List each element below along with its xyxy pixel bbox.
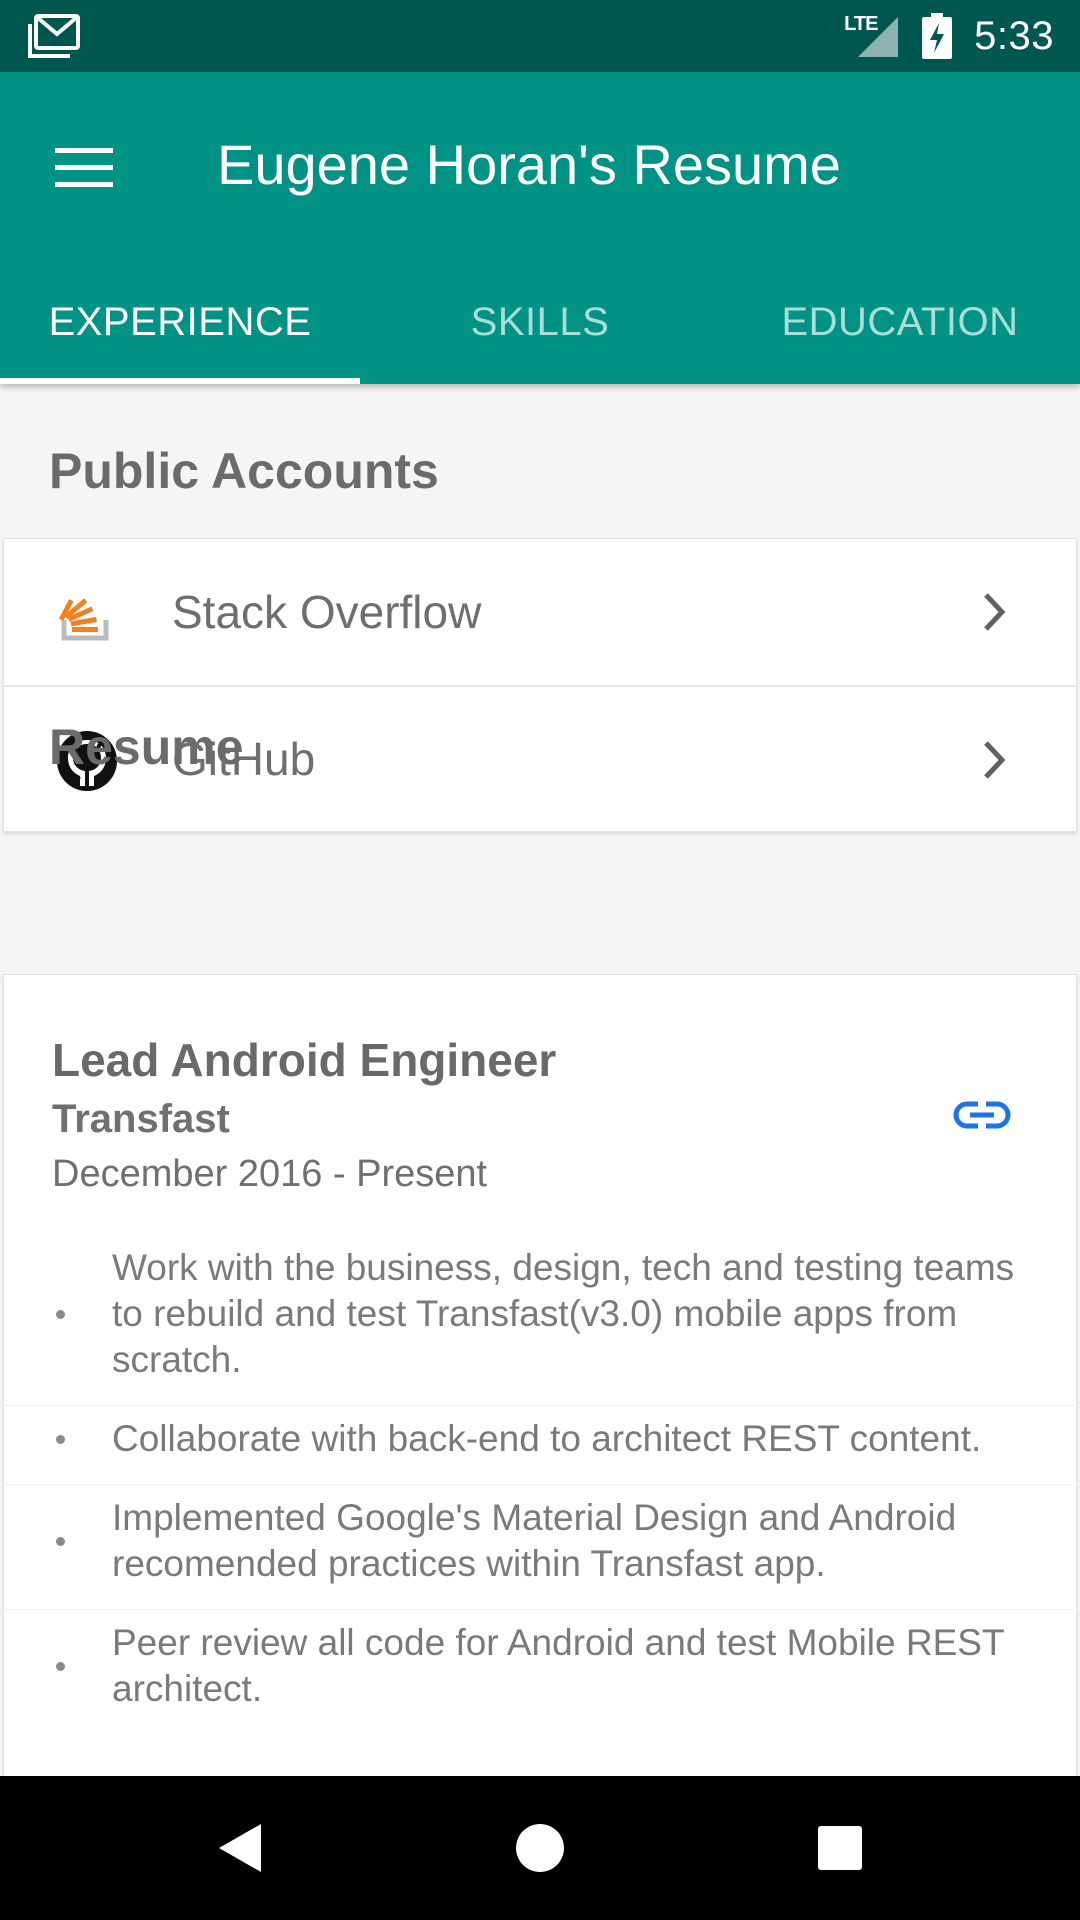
menu-button[interactable]	[40, 124, 128, 212]
bullet-text: Work with the business, design, tech and…	[112, 1247, 1015, 1380]
list-item: Implemented Google's Material Design and…	[4, 1484, 1078, 1597]
chevron-right-icon	[974, 737, 1014, 783]
navigation-bar	[0, 1776, 1080, 1920]
job-company: Transfast	[52, 1097, 230, 1141]
menu-icon	[55, 148, 113, 187]
account-row-stack-overflow[interactable]: Stack Overflow	[4, 539, 1076, 685]
content-scroll[interactable]: Public Accounts Stack Overflow GitHub Re…	[0, 384, 1080, 1776]
link-button[interactable]	[952, 1091, 1012, 1139]
page-title: Eugene Horan's Resume	[217, 133, 841, 196]
bullet-icon	[56, 1435, 65, 1444]
section-header-resume: Resume	[49, 719, 244, 775]
recents-icon	[818, 1826, 862, 1870]
recents-button[interactable]	[800, 1808, 880, 1888]
list-item: Peer review all code for Android and tes…	[4, 1609, 1078, 1722]
app-bar: Eugene Horan's Resume EXPERIENCE SKILLS …	[0, 72, 1080, 384]
status-bar: LTE 5:33	[0, 0, 1080, 72]
bullet-text: Collaborate with back-end to architect R…	[112, 1418, 982, 1459]
battery-charging-icon	[922, 13, 953, 59]
back-icon	[219, 1824, 261, 1872]
bullet-text: Implemented Google's Material Design and…	[112, 1497, 957, 1584]
home-icon	[516, 1824, 564, 1872]
job-bullets: Work with the business, design, tech and…	[4, 1235, 1078, 1722]
link-icon	[953, 1101, 1011, 1129]
signal-icon: LTE	[844, 13, 900, 59]
bullet-text: Peer review all code for Android and tes…	[112, 1622, 1004, 1709]
tab-education[interactable]: EDUCATION	[720, 270, 1080, 384]
section-header-public-accounts: Public Accounts	[49, 443, 439, 499]
tab-experience[interactable]: EXPERIENCE	[0, 270, 360, 384]
bullet-icon	[56, 1662, 65, 1671]
list-item: Collaborate with back-end to architect R…	[4, 1405, 1078, 1472]
job-title: Lead Android Engineer	[52, 1034, 557, 1086]
tab-indicator	[0, 378, 360, 384]
job-card: Lead Android Engineer Transfast December…	[3, 974, 1078, 1776]
stack-overflow-icon	[56, 582, 118, 644]
bullet-icon	[56, 1310, 65, 1319]
account-label: Stack Overflow	[172, 586, 482, 638]
gmail-icon	[26, 14, 80, 58]
clock: 5:33	[974, 13, 1054, 58]
list-item: Work with the business, design, tech and…	[4, 1235, 1078, 1393]
bullet-icon	[56, 1537, 65, 1546]
public-accounts-card: Stack Overflow GitHub	[3, 538, 1077, 832]
tab-bar: EXPERIENCE SKILLS EDUCATION	[0, 270, 1080, 384]
chevron-right-icon	[974, 589, 1014, 635]
tab-skills[interactable]: SKILLS	[360, 270, 720, 384]
home-button[interactable]	[500, 1808, 580, 1888]
back-button[interactable]	[200, 1808, 280, 1888]
job-dates: December 2016 - Present	[52, 1153, 488, 1195]
